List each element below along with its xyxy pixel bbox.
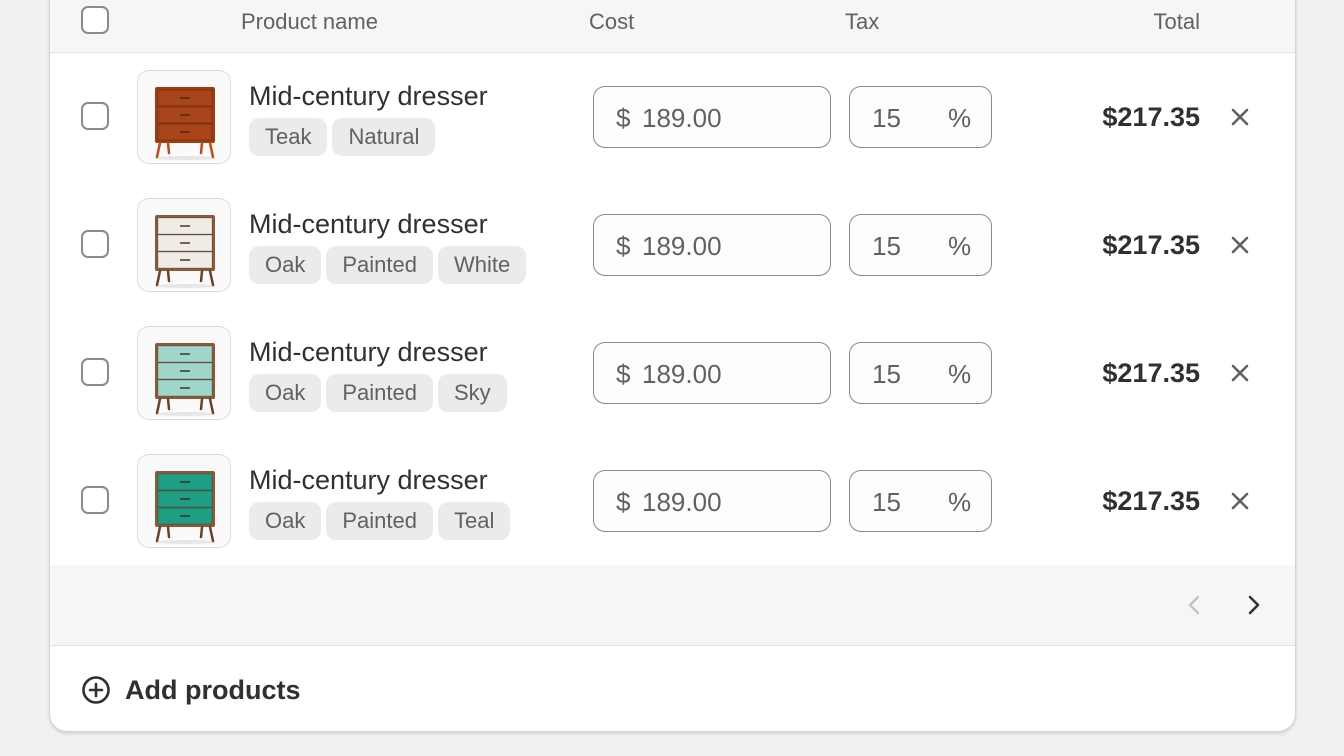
product-name: Mid-century dresser — [249, 209, 488, 239]
currency-prefix: $ — [616, 231, 631, 261]
cost-value: 189.00 — [642, 359, 722, 389]
variant-tag: Painted — [326, 502, 433, 540]
variant-tag: Painted — [326, 246, 433, 284]
chevron-right-icon[interactable] — [1237, 589, 1269, 621]
header-total: Total — [1153, 9, 1200, 34]
cost-input[interactable]: $ 189.00 — [593, 470, 831, 532]
dresser-image — [155, 343, 215, 416]
plus-circle-icon — [80, 674, 112, 711]
product-thumbnail — [137, 326, 231, 420]
close-icon[interactable] — [1226, 103, 1254, 131]
variant-tag: Natural — [332, 118, 436, 156]
row-checkbox[interactable] — [81, 486, 109, 514]
dresser-image — [155, 87, 215, 160]
header-cost: Cost — [589, 9, 635, 34]
tax-input[interactable]: 15 % — [849, 86, 992, 148]
header-tax: Tax — [845, 9, 880, 34]
variant-tag: Teal — [437, 502, 511, 540]
table-header: Product name Cost Tax Total — [50, 0, 1295, 53]
percent-suffix: % — [948, 103, 972, 133]
variant-tag: Oak — [249, 246, 322, 284]
cost-value: 189.00 — [642, 487, 722, 517]
variant-tag: Sky — [437, 374, 507, 412]
close-icon[interactable] — [1226, 231, 1254, 259]
table-row: Mid-century dresser Oak Painted White $ 18… — [50, 181, 1295, 310]
cost-input[interactable]: $ 189.00 — [593, 342, 831, 404]
tax-value: 15 — [872, 487, 901, 517]
percent-suffix: % — [948, 487, 972, 517]
dresser-image — [155, 471, 215, 544]
currency-prefix: $ — [616, 487, 631, 517]
variant-tags: Oak Painted White — [249, 246, 527, 284]
close-icon[interactable] — [1226, 487, 1254, 515]
cost-value: 189.00 — [642, 231, 722, 261]
table-row: Mid-century dresser Oak Painted Teal $ 189… — [50, 437, 1295, 566]
row-checkbox[interactable] — [81, 358, 109, 386]
product-thumbnail — [137, 454, 231, 548]
cost-value: 189.00 — [642, 103, 722, 133]
row-total: $217.35 — [1102, 358, 1200, 388]
product-name: Mid-century dresser — [249, 465, 488, 495]
add-products-label: Add products — [125, 675, 301, 705]
currency-prefix: $ — [616, 103, 631, 133]
product-thumbnail — [137, 70, 231, 164]
percent-suffix: % — [948, 359, 972, 389]
tax-value: 15 — [872, 103, 901, 133]
cost-input[interactable]: $ 189.00 — [593, 86, 831, 148]
close-icon[interactable] — [1226, 359, 1254, 387]
product-thumbnail — [137, 198, 231, 292]
chevron-left-icon[interactable] — [1179, 589, 1211, 621]
variant-tag: White — [437, 246, 527, 284]
header-product-name: Product name — [241, 9, 378, 34]
row-total: $217.35 — [1102, 102, 1200, 132]
tax-value: 15 — [872, 359, 901, 389]
row-checkbox[interactable] — [81, 102, 109, 130]
table-row: Mid-century dresser Oak Painted Sky $ 189.… — [50, 309, 1295, 438]
variant-tag: Oak — [249, 502, 322, 540]
table-row: Mid-century dresser Teak Natural $ 189.00… — [50, 53, 1295, 182]
row-checkbox[interactable] — [81, 230, 109, 258]
dresser-image — [155, 215, 215, 288]
variant-tag: Teak — [249, 118, 328, 156]
tax-input[interactable]: 15 % — [849, 470, 992, 532]
product-name: Mid-century dresser — [249, 81, 488, 111]
variant-tags: Oak Painted Teal — [249, 502, 511, 540]
tax-input[interactable]: 15 % — [849, 342, 992, 404]
row-total: $217.35 — [1102, 486, 1200, 516]
cost-input[interactable]: $ 189.00 — [593, 214, 831, 276]
tax-input[interactable]: 15 % — [849, 214, 992, 276]
variant-tag: Painted — [326, 374, 433, 412]
variant-tag: Oak — [249, 374, 322, 412]
select-all-checkbox[interactable] — [81, 6, 109, 34]
products-card: Product name Cost Tax Total Mid-century … — [49, 0, 1296, 732]
variant-tags: Oak Painted Sky — [249, 374, 507, 412]
tax-value: 15 — [872, 231, 901, 261]
row-total: $217.35 — [1102, 230, 1200, 260]
variant-tags: Teak Natural — [249, 118, 436, 156]
pagination-bar — [50, 565, 1295, 646]
percent-suffix: % — [948, 231, 972, 261]
product-name: Mid-century dresser — [249, 337, 488, 367]
currency-prefix: $ — [616, 359, 631, 389]
